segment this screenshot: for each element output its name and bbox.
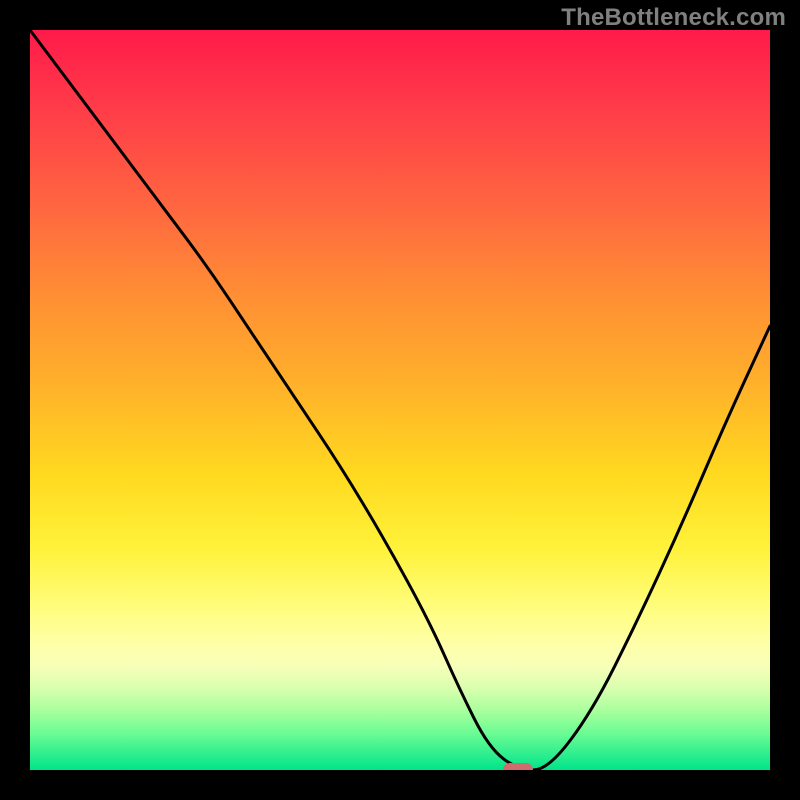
- chart-frame: TheBottleneck.com: [0, 0, 800, 800]
- plot-area: [30, 30, 770, 770]
- attribution-label: TheBottleneck.com: [561, 4, 786, 32]
- background-gradient: [30, 30, 770, 770]
